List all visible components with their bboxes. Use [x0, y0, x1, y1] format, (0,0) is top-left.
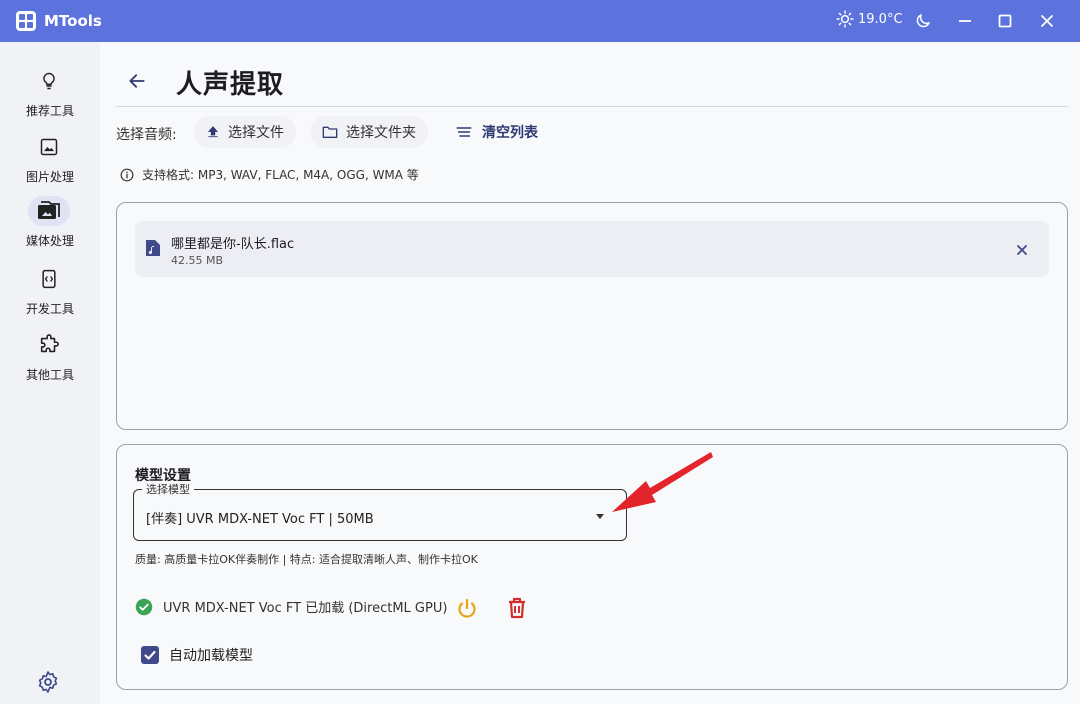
sidebar-item-recommended[interactable]: 推荐工具	[0, 66, 100, 126]
format-hint-text: 支持格式: MP3, WAV, FLAC, M4A, OGG, WMA 等	[142, 168, 419, 182]
select-file-button[interactable]: 选择文件	[194, 116, 296, 148]
delete-model-button[interactable]	[507, 597, 529, 621]
model-description: 质量: 高质量卡拉OK伴奏制作 | 特点: 适合提取清晰人声、制作卡拉OK	[135, 553, 478, 566]
arrow-left-icon	[129, 74, 145, 88]
model-status: UVR MDX-NET Voc FT 已加载 (DirectML GPU)	[135, 597, 447, 616]
page-title: 人声提取	[176, 70, 285, 100]
sun-icon	[836, 10, 854, 28]
sidebar-item-label: 媒体处理	[25, 234, 74, 248]
settings-button[interactable]	[36, 670, 62, 696]
sidebar-item-label: 推荐工具	[25, 104, 74, 118]
code-icon	[28, 264, 70, 294]
clear-all-icon	[456, 127, 472, 137]
close-icon	[1041, 15, 1053, 27]
unload-model-button[interactable]	[455, 597, 479, 621]
info-icon	[120, 168, 134, 181]
app-title: MTools	[44, 12, 102, 30]
folder-icon	[322, 126, 338, 138]
file-name: 哪里都是你-队长.flac	[171, 237, 295, 252]
weather-temp: 19.0°C	[858, 11, 903, 27]
maximize-button[interactable]	[992, 8, 1018, 34]
sidebar-item-label: 其他工具	[25, 368, 74, 382]
title-bar: MTools 19.0°C	[0, 0, 1080, 42]
model-settings-panel: 模型设置 选择模型 [伴奏] UVR MDX-NET Voc FT | 50MB…	[116, 444, 1068, 690]
clear-list-label: 清空列表	[482, 125, 538, 141]
close-icon	[1017, 245, 1027, 255]
upload-icon	[207, 126, 219, 138]
moon-icon	[916, 14, 930, 28]
media-folder-icon	[28, 196, 70, 226]
minimize-icon	[959, 20, 971, 22]
divider	[116, 106, 1068, 107]
maximize-icon	[998, 14, 1012, 28]
sidebar: 推荐工具 图片处理 媒体处理 开发工具 其他工具	[0, 42, 100, 704]
select-folder-label: 选择文件夹	[346, 125, 416, 141]
file-size: 42.55 MB	[171, 254, 224, 267]
clear-list-button[interactable]: 清空列表	[456, 116, 538, 148]
caret-down-icon	[596, 514, 604, 519]
theme-toggle-button[interactable]	[910, 8, 936, 34]
gear-icon	[38, 671, 58, 693]
minimize-button[interactable]	[952, 8, 978, 34]
sidebar-item-label: 图片处理	[25, 170, 74, 184]
remove-file-button[interactable]	[1011, 239, 1033, 261]
close-window-button[interactable]	[1034, 8, 1060, 34]
list-item[interactable]: 哪里都是你-队长.flac 42.55 MB	[135, 221, 1049, 277]
audio-file-icon	[146, 240, 160, 256]
checkbox-checked-icon	[141, 646, 159, 664]
sidebar-item-dev[interactable]: 开发工具	[0, 264, 100, 324]
auto-load-checkbox[interactable]: 自动加载模型	[141, 645, 253, 665]
model-select-label: 选择模型	[142, 481, 194, 497]
app-logo-icon	[16, 11, 36, 31]
file-list-panel: 哪里都是你-队长.flac 42.55 MB	[116, 202, 1068, 430]
weather-widget[interactable]: 19.0°C	[836, 10, 903, 28]
power-icon	[458, 598, 476, 618]
select-folder-button[interactable]: 选择文件夹	[310, 116, 428, 148]
model-select-value: [伴奏] UVR MDX-NET Voc FT | 50MB	[146, 512, 374, 527]
sidebar-item-other[interactable]: 其他工具	[0, 330, 100, 390]
puzzle-icon	[28, 330, 70, 360]
check-circle-icon	[135, 598, 153, 615]
sidebar-item-label: 开发工具	[25, 302, 74, 316]
auto-load-label: 自动加载模型	[169, 648, 253, 664]
select-file-label: 选择文件	[228, 125, 284, 141]
model-status-text: UVR MDX-NET Voc FT 已加载 (DirectML GPU)	[163, 601, 448, 616]
select-audio-label: 选择音频:	[116, 127, 177, 143]
lightbulb-icon	[28, 66, 70, 96]
sidebar-item-media[interactable]: 媒体处理	[0, 196, 100, 256]
sidebar-item-image[interactable]: 图片处理	[0, 132, 100, 192]
image-icon	[28, 132, 70, 162]
trash-icon	[509, 597, 525, 619]
format-hint: 支持格式: MP3, WAV, FLAC, M4A, OGG, WMA 等	[120, 166, 419, 183]
main-content: 人声提取 选择音频: 选择文件 选择文件夹 清空列表 支持格式: MP3, WA…	[100, 42, 1080, 704]
model-select[interactable]: 选择模型 [伴奏] UVR MDX-NET Voc FT | 50MB	[133, 481, 627, 541]
back-button[interactable]	[122, 66, 152, 96]
